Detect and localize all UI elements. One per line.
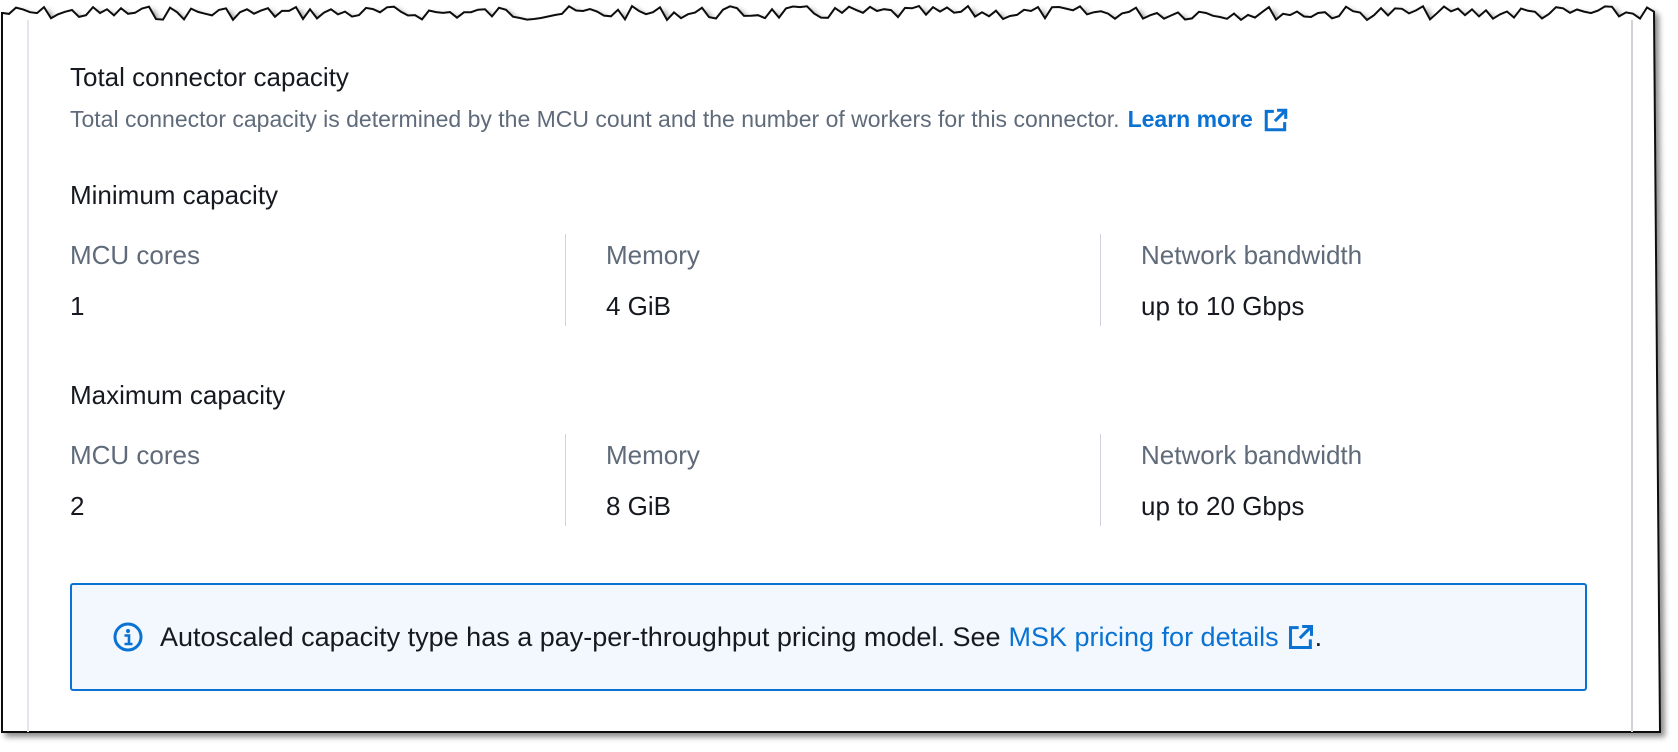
min-memory-column: Memory 4 GiB [565, 234, 1100, 326]
info-icon [113, 622, 143, 652]
min-memory-label: Memory [606, 240, 700, 270]
minimum-capacity-grid: MCU cores 1 Memory 4 GiB Network bandwid… [70, 234, 1590, 326]
min-memory-value: 4 GiB [606, 291, 672, 321]
max-mcu-value: 2 [70, 491, 85, 521]
maximum-capacity-grid: MCU cores 2 Memory 8 GiB Network bandwid… [70, 434, 1590, 526]
minimum-capacity-heading: Minimum capacity [70, 180, 279, 210]
min-mcu-value: 1 [70, 291, 85, 321]
min-mcu-column: MCU cores 1 [70, 234, 565, 326]
min-bandwidth-column: Network bandwidth up to 10 Gbps [1100, 234, 1590, 326]
min-mcu-label: MCU cores [70, 240, 201, 270]
max-memory-value: 8 GiB [606, 491, 672, 521]
section-title: Total connector capacity [70, 62, 349, 92]
alert-suffix: . [1314, 621, 1323, 652]
learn-more-label: Learn more [1127, 106, 1253, 132]
max-memory-label: Memory [606, 440, 700, 470]
learn-more-link[interactable]: Learn more [1128, 106, 1289, 133]
info-alert: Autoscaled capacity type has a pay-per-t… [70, 583, 1587, 691]
external-link-icon [1264, 108, 1288, 131]
max-bandwidth-column: Network bandwidth up to 20 Gbps [1100, 434, 1590, 526]
screenshot-frame: Total connector capacity Total connector… [0, 0, 1678, 752]
external-link-icon [1288, 624, 1313, 650]
msk-pricing-label: MSK pricing for details [1008, 621, 1279, 652]
maximum-capacity-heading: Maximum capacity [70, 380, 286, 410]
description-text: Total connector capacity is determined b… [70, 106, 1120, 132]
min-bandwidth-value: up to 10 Gbps [1141, 291, 1305, 321]
max-bandwidth-label: Network bandwidth [1141, 440, 1363, 470]
msk-pricing-link[interactable]: MSK pricing for details [1009, 622, 1315, 653]
max-memory-column: Memory 8 GiB [565, 434, 1100, 526]
max-mcu-column: MCU cores 2 [70, 434, 565, 526]
alert-text: Autoscaled capacity type has a pay-per-t… [160, 621, 1001, 652]
alert-message: Autoscaled capacity type has a pay-per-t… [160, 622, 1322, 653]
min-bandwidth-label: Network bandwidth [1141, 240, 1363, 270]
max-bandwidth-value: up to 20 Gbps [1141, 491, 1305, 521]
max-mcu-label: MCU cores [70, 440, 201, 470]
section-description: Total connector capacity is determined b… [70, 106, 1289, 133]
